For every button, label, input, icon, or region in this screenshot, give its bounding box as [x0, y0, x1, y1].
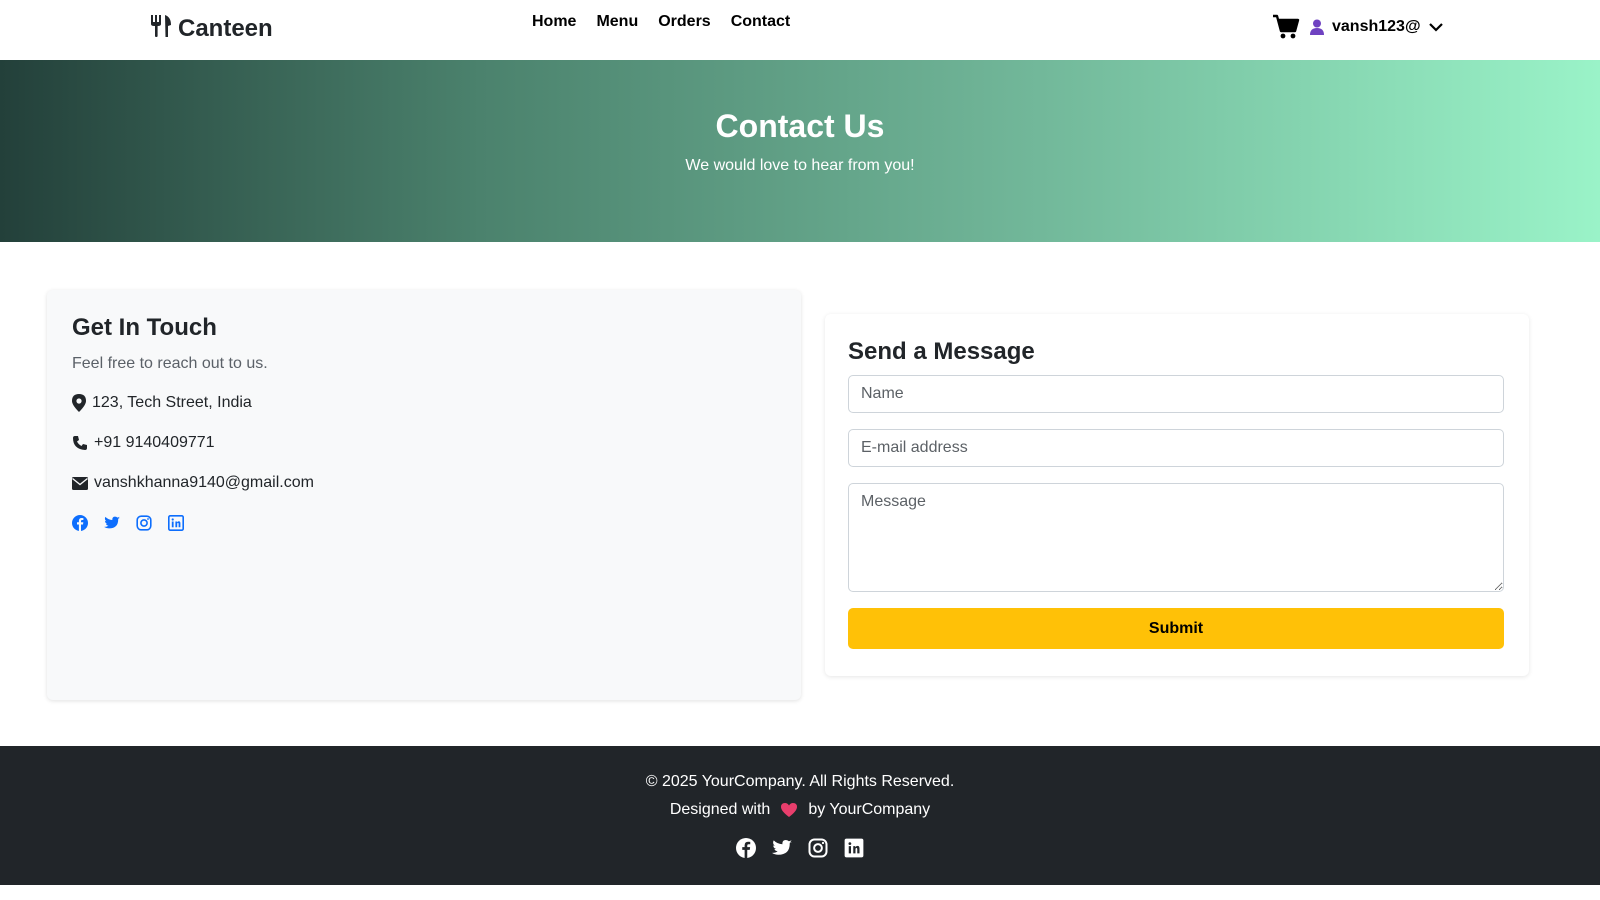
address-text: 123, Tech Street, India [92, 394, 252, 411]
nav-menu[interactable]: Menu [586, 12, 648, 32]
contact-info-subtitle: Feel free to reach out to us. [72, 355, 268, 372]
twitter-icon[interactable] [104, 515, 120, 531]
designed-prefix: Designed with [669, 801, 771, 818]
phone-icon [72, 435, 88, 451]
phone-row: +91 9140409771 [72, 433, 215, 453]
linkedin-icon[interactable] [168, 515, 184, 531]
phone-text: +91 9140409771 [94, 434, 215, 451]
nav-right: vansh123@ [1272, 14, 1443, 40]
form-title: Send a Message [848, 338, 1035, 365]
brand-name: Canteen [178, 14, 273, 42]
linkedin-icon[interactable] [844, 838, 864, 858]
copyright-text: © 2025 YourCompany. All Rights Reserved. [645, 773, 955, 790]
footer: © 2025 YourCompany. All Rights Reserved.… [0, 746, 1600, 885]
navbar: Canteen Home Menu Orders Contact vansh12… [0, 0, 1600, 60]
user-name: vansh123@ [1332, 18, 1421, 35]
facebook-icon[interactable] [72, 515, 88, 531]
page-subtitle: We would love to hear from you! [685, 157, 915, 174]
message-form-card: Send a Message Submit [825, 314, 1529, 676]
address-row: 123, Tech Street, India [72, 393, 252, 413]
contact-info-card: Get In Touch Feel free to reach out to u… [47, 290, 801, 700]
nav-orders[interactable]: Orders [648, 12, 720, 32]
envelope-icon [72, 476, 88, 490]
chevron-down-icon[interactable] [1428, 22, 1443, 32]
contact-info-title: Get In Touch [72, 314, 217, 341]
instagram-icon[interactable] [136, 515, 152, 531]
nav-home[interactable]: Home [532, 12, 586, 32]
heart-icon [780, 802, 798, 818]
user-menu[interactable]: vansh123@ [1310, 18, 1443, 36]
hero-banner: Contact Us We would love to hear from yo… [0, 60, 1600, 242]
map-marker-icon [72, 394, 86, 412]
nav-links: Home Menu Orders Contact [532, 12, 800, 32]
email-row: vanshkhanna9140@gmail.com [72, 473, 314, 493]
nav-contact[interactable]: Contact [721, 12, 801, 32]
footer-social-links [0, 838, 1600, 858]
name-input[interactable] [848, 375, 1504, 413]
twitter-icon[interactable] [772, 838, 792, 858]
user-icon [1310, 19, 1324, 35]
cart-icon[interactable] [1272, 14, 1300, 40]
page-title: Contact Us [715, 108, 885, 144]
brand[interactable]: Canteen [150, 14, 273, 43]
designed-suffix: by YourCompany [808, 801, 931, 818]
contact-social-links [72, 515, 184, 531]
message-textarea[interactable] [848, 483, 1504, 592]
email-text: vanshkhanna9140@gmail.com [94, 474, 314, 491]
designed-with: Designed with by YourCompany [0, 800, 1600, 820]
facebook-icon[interactable] [736, 838, 756, 858]
submit-button[interactable]: Submit [848, 608, 1504, 649]
email-input[interactable] [848, 429, 1504, 467]
utensils-icon [150, 14, 172, 43]
instagram-icon[interactable] [808, 838, 828, 858]
